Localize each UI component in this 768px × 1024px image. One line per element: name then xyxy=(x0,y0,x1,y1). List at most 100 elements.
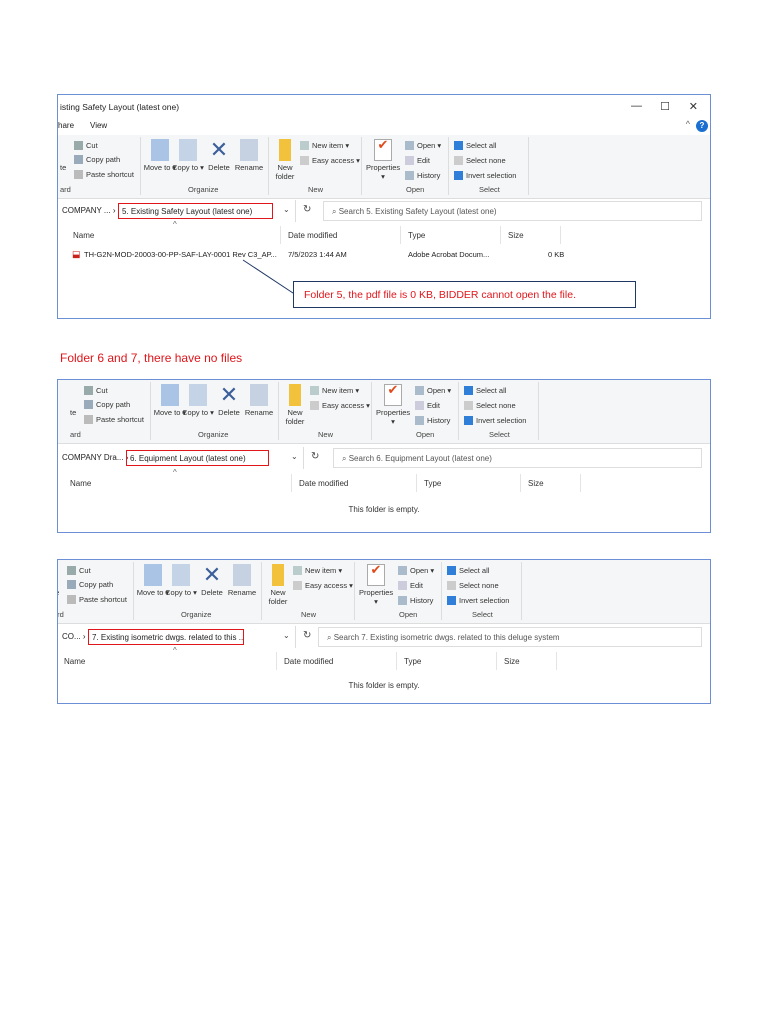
column-divider[interactable] xyxy=(580,474,581,492)
easy-access-button[interactable]: Easy access ▾ xyxy=(310,401,370,410)
copy-to-button[interactable]: Copy to ▾ xyxy=(164,564,198,597)
open-button[interactable]: Open ▾ xyxy=(398,566,434,575)
easy-access-button[interactable]: Easy access ▾ xyxy=(293,581,353,590)
new-folder-button[interactable]: New folder xyxy=(261,564,295,606)
paste-shortcut-button[interactable]: Paste shortcut xyxy=(74,170,134,179)
maximize-button[interactable]: ☐ xyxy=(660,100,670,113)
column-header-name[interactable]: Name xyxy=(64,657,85,666)
search-box[interactable]: ⌕ Search 5. Existing Safety Layout (late… xyxy=(323,201,702,221)
help-icon[interactable]: ? xyxy=(696,120,708,132)
cut-button[interactable]: Cut xyxy=(84,386,108,395)
delete-button[interactable]: ✕ Delete xyxy=(212,384,246,418)
open-button[interactable]: Open ▾ xyxy=(415,386,451,395)
rename-icon xyxy=(250,384,268,406)
tab-view[interactable]: View xyxy=(90,121,107,130)
history-button[interactable]: History xyxy=(398,596,433,605)
open-button[interactable]: Open ▾ xyxy=(405,141,441,150)
paste-shortcut-button[interactable]: Paste shortcut xyxy=(67,595,127,604)
history-button[interactable]: History xyxy=(415,416,450,425)
edit-button[interactable]: Edit xyxy=(415,401,440,410)
breadcrumb-parent[interactable]: CO... › xyxy=(62,632,86,641)
paste-shortcut-icon xyxy=(84,415,93,424)
new-folder-button[interactable]: New folder xyxy=(268,139,302,181)
column-divider[interactable] xyxy=(276,652,277,670)
breadcrumb-parent[interactable]: COMPANY Dra... › xyxy=(62,453,128,462)
column-header-name[interactable]: Name xyxy=(70,479,91,488)
properties-button[interactable]: ✔ Properties ▾ xyxy=(359,563,393,606)
cut-button[interactable]: Cut xyxy=(67,566,91,575)
breadcrumb-current-folder[interactable]: 5. Existing Safety Layout (latest one) xyxy=(118,203,273,219)
column-divider[interactable] xyxy=(556,652,557,670)
select-none-button[interactable]: Select none xyxy=(447,581,499,590)
column-divider[interactable] xyxy=(496,652,497,670)
new-item-button[interactable]: New item ▾ xyxy=(310,386,359,395)
column-header-type[interactable]: Type xyxy=(408,231,425,240)
edit-button[interactable]: Edit xyxy=(398,581,423,590)
column-divider[interactable] xyxy=(396,652,397,670)
column-divider[interactable] xyxy=(416,474,417,492)
address-dropdown-icon[interactable]: ⌄ xyxy=(283,205,290,214)
refresh-icon[interactable]: ↻ xyxy=(311,451,319,462)
tab-hare[interactable]: hare xyxy=(58,121,74,130)
properties-button[interactable]: ✔ Properties ▾ xyxy=(366,138,400,181)
column-header-size[interactable]: Size xyxy=(508,231,524,240)
new-folder-button[interactable]: New folder xyxy=(278,384,312,426)
column-divider[interactable] xyxy=(400,226,401,244)
column-divider[interactable] xyxy=(520,474,521,492)
breadcrumb-parent[interactable]: COMPANY ... › xyxy=(62,206,116,215)
edit-button[interactable]: Edit xyxy=(405,156,430,165)
breadcrumb-current-folder[interactable]: 7. Existing isometric dwgs. related to t… xyxy=(88,629,244,645)
column-divider[interactable] xyxy=(560,226,561,244)
minimize-button[interactable]: — xyxy=(631,100,642,112)
column-header-date[interactable]: Date modified xyxy=(284,657,333,666)
select-all-button[interactable]: Select all xyxy=(464,386,506,395)
cut-button-label: Cut xyxy=(79,566,91,575)
column-divider[interactable] xyxy=(500,226,501,244)
column-header-type[interactable]: Type xyxy=(424,479,441,488)
new-item-button[interactable]: New item ▾ xyxy=(300,141,349,150)
new-item-icon xyxy=(310,386,319,395)
select-all-button[interactable]: Select all xyxy=(454,141,496,150)
copy-to-button[interactable]: Copy to ▾ xyxy=(171,139,205,172)
easy-access-button[interactable]: Easy access ▾ xyxy=(300,156,360,165)
close-button[interactable]: ✕ xyxy=(689,100,698,113)
address-dropdown-icon[interactable]: ⌄ xyxy=(291,452,298,461)
refresh-icon[interactable]: ↻ xyxy=(303,204,311,215)
delete-button[interactable]: ✕ Delete xyxy=(202,139,236,173)
refresh-icon[interactable]: ↻ xyxy=(303,630,311,641)
properties-button[interactable]: ✔ Properties ▾ xyxy=(376,383,410,426)
invert-selection-button[interactable]: Invert selection xyxy=(454,171,516,180)
copy-path-button[interactable]: Copy path xyxy=(67,580,113,589)
column-header-type[interactable]: Type xyxy=(404,657,421,666)
copy-to-button-label: Copy to ▾ xyxy=(182,408,214,417)
column-header-size[interactable]: Size xyxy=(504,657,520,666)
history-button[interactable]: History xyxy=(405,171,440,180)
select-none-button[interactable]: Select none xyxy=(464,401,516,410)
copy-path-button[interactable]: Copy path xyxy=(84,400,130,409)
column-header-date[interactable]: Date modified xyxy=(299,479,348,488)
rename-button[interactable]: Rename xyxy=(225,564,259,597)
new-item-button[interactable]: New item ▾ xyxy=(293,566,342,575)
column-divider[interactable] xyxy=(280,226,281,244)
cut-button[interactable]: Cut xyxy=(74,141,98,150)
column-divider[interactable] xyxy=(291,474,292,492)
rename-button[interactable]: Rename xyxy=(242,384,276,417)
paste-shortcut-button[interactable]: Paste shortcut xyxy=(84,415,144,424)
search-box[interactable]: ⌕ Search 7. Existing isometric dwgs. rel… xyxy=(318,627,702,647)
search-box[interactable]: ⌕ Search 6. Equipment Layout (latest one… xyxy=(333,448,702,468)
rename-button[interactable]: Rename xyxy=(232,139,266,172)
delete-button[interactable]: ✕ Delete xyxy=(195,564,229,598)
copy-to-button[interactable]: Copy to ▾ xyxy=(181,384,215,417)
select-all-button[interactable]: Select all xyxy=(447,566,489,575)
copy-path-button[interactable]: Copy path xyxy=(74,155,120,164)
column-header-name[interactable]: Name xyxy=(73,231,94,240)
address-dropdown-icon[interactable]: ⌄ xyxy=(283,631,290,640)
invert-selection-button[interactable]: Invert selection xyxy=(464,416,526,425)
invert-selection-button[interactable]: Invert selection xyxy=(447,596,509,605)
select-none-button[interactable]: Select none xyxy=(454,156,506,165)
file-row[interactable]: ⬓ TH-G2N-MOD-20003-00-PP-SAF-LAY-0001 Rev… xyxy=(58,248,710,262)
column-header-date[interactable]: Date modified xyxy=(288,231,337,240)
breadcrumb-current-folder[interactable]: 6. Equipment Layout (latest one) xyxy=(126,450,269,466)
collapse-ribbon-icon[interactable]: ^ xyxy=(686,119,690,129)
column-header-size[interactable]: Size xyxy=(528,479,544,488)
